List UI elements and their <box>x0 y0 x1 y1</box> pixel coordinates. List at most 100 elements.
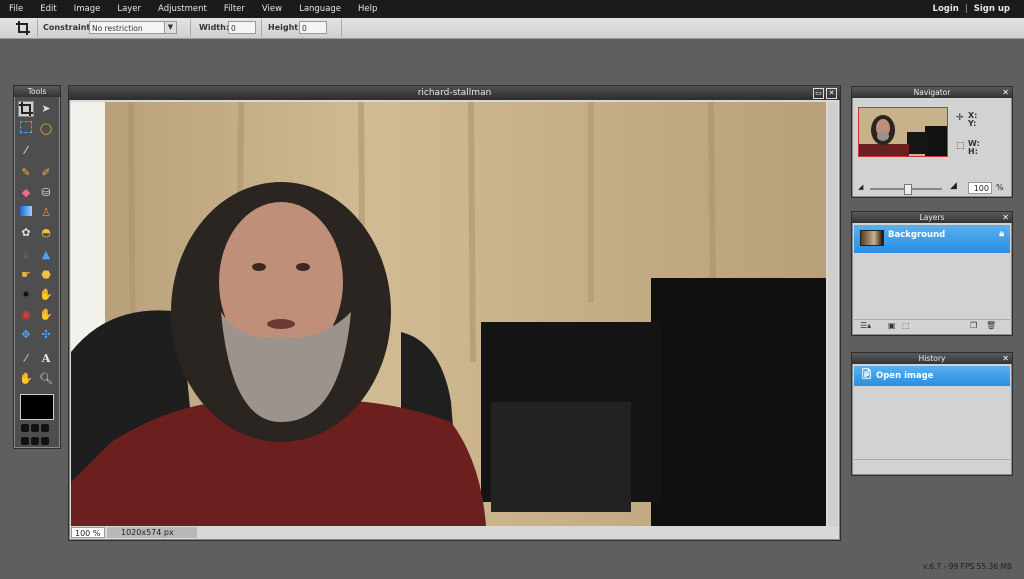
layer-options-icon[interactable]: ☰▴ <box>860 321 871 330</box>
swatch[interactable] <box>31 437 39 445</box>
window-buttons: ▭ ✕ <box>813 88 837 99</box>
menu-adjustment[interactable]: Adjustment <box>149 0 215 18</box>
zoom-in-icon[interactable]: ◢ <box>950 181 957 191</box>
history-title-bar: History ✕ <box>852 353 1012 364</box>
swatch[interactable] <box>21 437 29 445</box>
menu-file[interactable]: File <box>0 0 31 18</box>
zoom-icon[interactable]: 🔍︎ <box>38 371 54 387</box>
drawing-icon[interactable]: ◓ <box>38 225 54 241</box>
options-bar: Constraint: No restriction ▼ Width: 0 He… <box>0 18 1024 39</box>
zoom-out-icon[interactable]: ◢ <box>858 183 863 191</box>
menu-edit[interactable]: Edit <box>31 0 64 18</box>
navigator-panel: Navigator ✕ ✛ X: Y: ⬚ W: H: ◢ ◢ 100 % <box>851 86 1013 198</box>
image-canvas[interactable] <box>71 102 826 526</box>
swatch[interactable] <box>21 424 29 432</box>
hand-icon[interactable]: ✋ <box>18 371 34 387</box>
history-document-icon: 📄︎ <box>860 369 873 380</box>
height-field[interactable]: 0 <box>299 21 327 34</box>
layers-title: Layers <box>919 213 945 222</box>
document-title-bar[interactable]: richard-stallman ▭ ✕ <box>69 86 840 100</box>
pinch-icon[interactable]: ✣ <box>38 327 54 343</box>
zoom-slider[interactable] <box>870 184 942 195</box>
vertical-scrollbar[interactable] <box>828 102 838 526</box>
options-divider <box>190 19 191 37</box>
constraint-value: No restriction <box>92 24 143 33</box>
close-icon[interactable]: ✕ <box>1002 353 1009 364</box>
resize-icon: ⬚ <box>956 141 965 151</box>
history-footer <box>854 459 1010 473</box>
menu-help[interactable]: Help <box>349 0 385 18</box>
history-title: History <box>918 354 946 363</box>
text-tool-icon[interactable]: A <box>38 351 54 367</box>
close-icon[interactable]: ✕ <box>1002 87 1009 98</box>
h-label: H: <box>968 147 978 156</box>
stamp-icon[interactable]: ♙ <box>38 205 54 221</box>
options-divider <box>261 19 262 37</box>
brush-icon[interactable]: ✐ <box>38 165 54 181</box>
dodge-icon[interactable]: ⚫ <box>18 287 34 303</box>
signup-link[interactable]: Sign up <box>974 0 1010 18</box>
menu-image[interactable]: Image <box>65 0 109 18</box>
layer-thumbnail <box>860 230 884 246</box>
auth-separator: | <box>964 4 968 14</box>
close-icon[interactable]: ✕ <box>1002 212 1009 223</box>
constraint-select[interactable]: No restriction ▼ <box>89 21 177 34</box>
document-title: richard-stallman <box>417 88 492 98</box>
swatch[interactable] <box>41 424 49 432</box>
navigator-title: Navigator <box>913 88 951 97</box>
sharpen-icon[interactable]: ▲ <box>38 247 54 263</box>
spot-heal-icon[interactable]: ✋ <box>38 307 54 323</box>
color-swatches[interactable] <box>20 423 54 449</box>
close-icon[interactable]: ✕ <box>826 88 837 99</box>
lasso-icon[interactable]: ◯ <box>38 121 54 137</box>
width-field[interactable]: 0 <box>228 21 256 34</box>
document-window: richard-stallman ▭ ✕ 100 % 1020x574 px <box>68 85 841 541</box>
layer-row[interactable]: Background 🔒︎ <box>854 225 1010 253</box>
document-status-bar: 100 % 1020x574 px <box>71 527 838 538</box>
login-link[interactable]: Login <box>933 0 959 18</box>
layer-name: Background <box>888 230 946 240</box>
layer-styles-icon[interactable]: ⬚ <box>902 321 910 330</box>
zoom-input[interactable]: 100 <box>968 182 992 194</box>
image-dimensions: 1020x574 px <box>107 527 197 538</box>
color-replace-icon[interactable]: ✿ <box>18 225 34 241</box>
menu-layer[interactable]: Layer <box>108 0 149 18</box>
menu-filter[interactable]: Filter <box>215 0 253 18</box>
zoom-field[interactable]: 100 % <box>71 527 105 538</box>
move-icon[interactable]: ➤ <box>38 101 54 117</box>
menu-language[interactable]: Language <box>290 0 349 18</box>
marquee-icon[interactable] <box>18 121 34 137</box>
smudge-icon[interactable]: ☛ <box>18 267 34 283</box>
color-picker-icon[interactable]: ⁄ <box>18 351 34 367</box>
foreground-color-swatch[interactable] <box>20 394 54 420</box>
swatch[interactable] <box>41 437 49 445</box>
bucket-icon[interactable]: ⛁ <box>38 185 54 201</box>
lock-icon: 🔒︎ <box>999 229 1004 239</box>
burn-icon[interactable]: ✋ <box>38 287 54 303</box>
auth-links: Login | Sign up <box>933 0 1010 18</box>
menu-view[interactable]: View <box>253 0 290 18</box>
height-label: Height: <box>268 23 302 32</box>
bloat-icon[interactable]: ✥ <box>18 327 34 343</box>
delete-layer-icon[interactable]: 🗑︎ <box>986 321 996 330</box>
history-item[interactable]: 📄︎ Open image <box>854 366 1010 386</box>
main-menu: File Edit Image Layer Adjustment Filter … <box>0 0 385 18</box>
blur-icon[interactable]: 💧︎ <box>18 247 34 263</box>
layer-mask-icon[interactable]: ▣ <box>888 321 896 330</box>
chevron-down-icon: ▼ <box>164 22 176 33</box>
tools-title: Tools <box>14 86 60 97</box>
constraint-label: Constraint: <box>43 23 94 32</box>
maximize-icon[interactable]: ▭ <box>813 88 824 99</box>
new-layer-icon[interactable]: ❐ <box>970 321 977 330</box>
pencil-icon[interactable]: ✎ <box>18 165 34 181</box>
eraser-icon[interactable]: ◆ <box>18 185 34 201</box>
menu-bar: File Edit Image Layer Adjustment Filter … <box>0 0 1024 18</box>
sponge-icon[interactable]: ⬣ <box>38 267 54 283</box>
gradient-icon[interactable] <box>18 205 34 221</box>
zoom-slider-handle[interactable] <box>904 184 912 195</box>
magic-wand-icon[interactable]: ⁄ <box>18 143 34 159</box>
red-eye-icon[interactable]: ◉ <box>18 307 34 323</box>
crop-icon[interactable] <box>18 101 34 117</box>
navigator-thumbnail[interactable] <box>858 107 948 157</box>
swatch[interactable] <box>31 424 39 432</box>
